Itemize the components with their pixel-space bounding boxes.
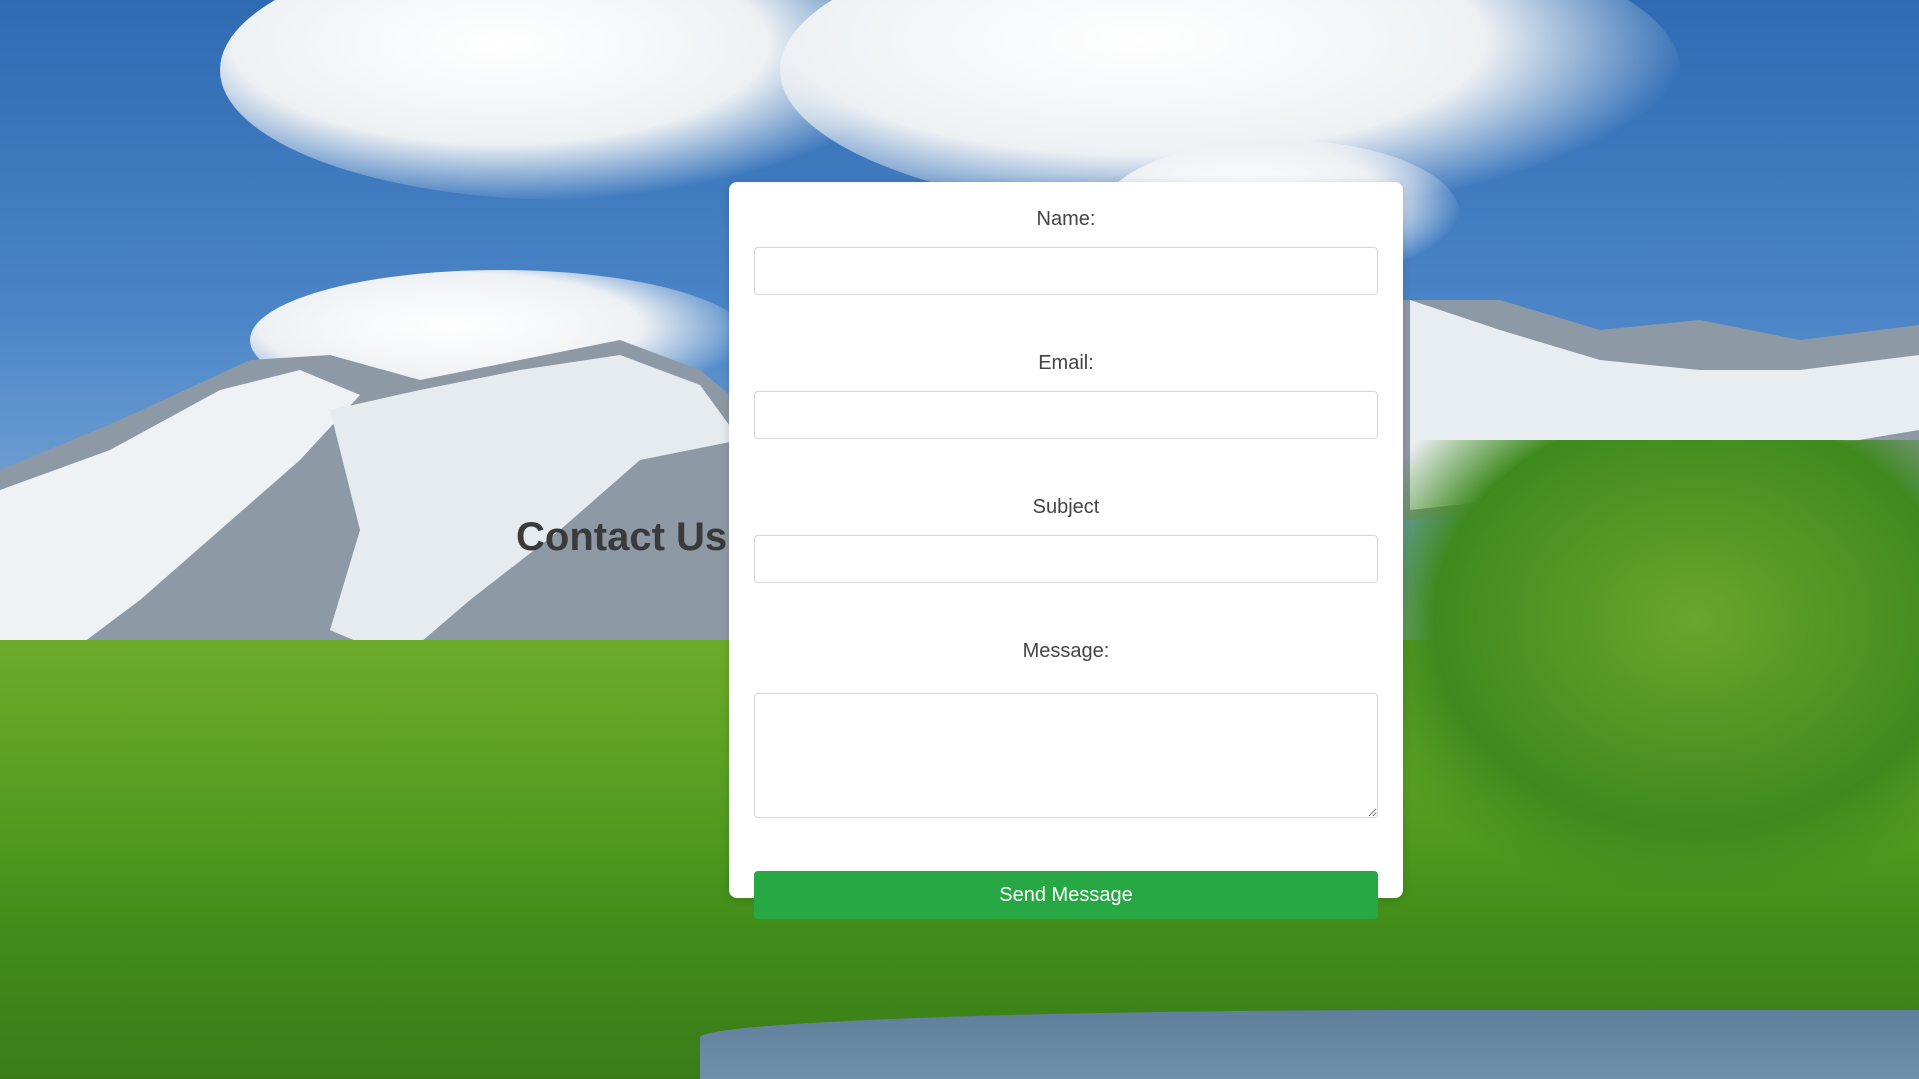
send-message-button[interactable]: Send Message xyxy=(754,871,1378,919)
email-label: Email: xyxy=(1038,352,1094,374)
email-input[interactable] xyxy=(754,391,1378,439)
subject-input[interactable] xyxy=(754,535,1378,583)
name-label: Name: xyxy=(1036,208,1096,230)
message-textarea[interactable] xyxy=(754,693,1378,818)
message-field-group: Message: xyxy=(754,639,1378,818)
message-label: Message: xyxy=(1022,640,1110,662)
subject-field-group: Subject xyxy=(754,495,1378,583)
name-field-group: Name: xyxy=(754,207,1378,295)
name-input[interactable] xyxy=(754,247,1378,295)
green-hill xyxy=(1359,440,1919,890)
subject-label: Subject xyxy=(1032,496,1100,518)
lake xyxy=(700,1010,1919,1079)
page-title: Contact Us xyxy=(516,515,728,559)
contact-form: Name: Email: Subject Message: Send Messa… xyxy=(729,182,1403,919)
email-field-group: Email: xyxy=(754,351,1378,439)
